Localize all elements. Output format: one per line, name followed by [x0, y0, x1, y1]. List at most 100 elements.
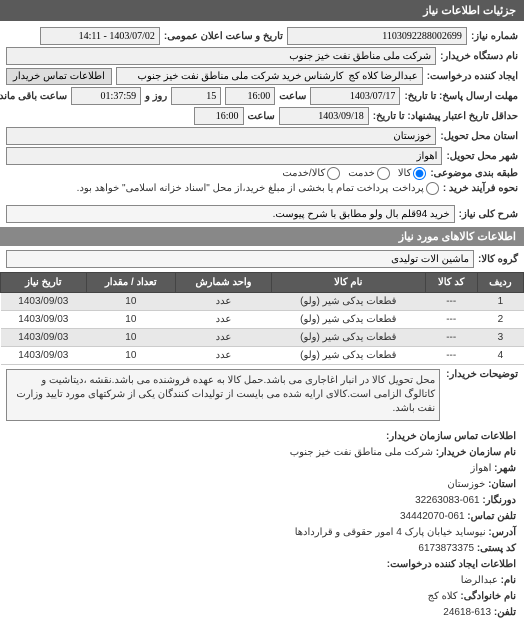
th-date: تاریخ نیاز [1, 273, 87, 293]
table-cell: قطعات یدکی شیر (ولو) [271, 347, 425, 365]
city-input[interactable] [6, 147, 442, 165]
fax-label: دورنگار: [482, 495, 516, 506]
request-no-input[interactable] [287, 27, 467, 45]
public-date-label: تاریخ و ساعت اعلان عمومی: [164, 31, 283, 42]
th-row: ردیف [477, 273, 523, 293]
fax-value: 061-32263083 [415, 495, 480, 506]
page-title: جزئیات اطلاعات نیاز [423, 5, 516, 17]
remain-time-input[interactable] [71, 87, 141, 105]
goods-table: ردیف کد کالا نام کالا واحد شمارش تعداد /… [0, 272, 524, 365]
tel-label: تلفن: [494, 607, 516, 618]
need-title-input[interactable] [6, 205, 455, 223]
city-label: شهر محل تحویل: [446, 151, 518, 162]
contact-city: اهواز [471, 463, 492, 474]
radio-service[interactable]: خدمت [348, 167, 390, 180]
table-cell: قطعات یدکی شیر (ولو) [271, 293, 425, 311]
table-header-row: ردیف کد کالا نام کالا واحد شمارش تعداد /… [1, 273, 524, 293]
contact-section: اطلاعات تماس سازمان خریدار: نام سازمان خ… [0, 425, 524, 625]
table-row: 1---قطعات یدکی شیر (ولو)عدد101403/09/03 [1, 293, 524, 311]
postal-value: 6173873375 [418, 543, 474, 554]
table-cell: 1403/09/03 [1, 293, 87, 311]
radio-direct[interactable]: پرداخت [392, 182, 439, 195]
subject-type-label: طبقه بندی موضوعی: [430, 168, 518, 179]
name-value: عبدالرضا [461, 575, 498, 586]
contact-province-label: استان: [488, 479, 516, 490]
province-label: استان محل تحویل: [440, 131, 518, 142]
radio-both-input[interactable] [327, 167, 340, 180]
table-cell: 1 [477, 293, 523, 311]
phone-label: تلفن تماس: [467, 511, 516, 522]
table-cell: 1403/09/03 [1, 347, 87, 365]
contact-button[interactable]: اطلاعات تماس خریدار [6, 68, 112, 85]
page-header: جزئیات اطلاعات نیاز [0, 0, 524, 21]
buyer-input[interactable] [6, 47, 436, 65]
table-cell: 10 [86, 311, 175, 329]
payment-note: پرداخت تمام یا بخشی از مبلغ خرید،از محل … [77, 183, 389, 194]
table-cell: قطعات یدکی شیر (ولو) [271, 329, 425, 347]
org-value: شرکت ملی مناطق نفت خیز جنوب [290, 447, 433, 458]
radio-goods[interactable]: کالا [398, 167, 427, 180]
deadline-time-input[interactable] [225, 87, 275, 105]
tel-value: 613-24618 [443, 607, 491, 618]
phone-value: 061-34442070 [400, 511, 465, 522]
table-row: 4---قطعات یدکی شیر (ولو)عدد101403/09/03 [1, 347, 524, 365]
table-cell: 2 [477, 311, 523, 329]
contact-header: اطلاعات تماس سازمان خریدار: [386, 431, 516, 442]
group-input[interactable] [6, 250, 474, 268]
group-label: گروه کالا: [478, 254, 518, 265]
time-label-2: ساعت [248, 111, 275, 122]
description-box: محل تحویل کالا در انبار اغاجاری می باشد.… [6, 369, 440, 421]
table-cell: 1403/09/03 [1, 329, 87, 347]
table-cell: عدد [176, 293, 272, 311]
org-label: نام سازمان خریدار: [436, 447, 516, 458]
table-cell: قطعات یدکی شیر (ولو) [271, 311, 425, 329]
deadline-date-input[interactable] [310, 87, 400, 105]
table-cell: عدد [176, 347, 272, 365]
form-section: شماره نیاز: تاریخ و ساعت اعلان عمومی: نا… [0, 21, 524, 201]
table-row: 2---قطعات یدکی شیر (ولو)عدد101403/09/03 [1, 311, 524, 329]
validity-time-input[interactable] [194, 107, 244, 125]
radio-direct-input[interactable] [426, 182, 439, 195]
requester-label: ایجاد کننده درخواست: [427, 71, 518, 82]
th-code: کد کالا [425, 273, 477, 293]
public-date-input[interactable] [40, 27, 160, 45]
remain-days-input[interactable] [171, 87, 221, 105]
table-cell: --- [425, 347, 477, 365]
buyer-label: نام دستگاه خریدار: [440, 51, 518, 62]
table-cell: 4 [477, 347, 523, 365]
request-no-label: شماره نیاز: [471, 31, 518, 42]
province-input[interactable] [6, 127, 436, 145]
description-label: توضیحات خریدار: [446, 369, 518, 380]
table-cell: 10 [86, 293, 175, 311]
address-value: نیوساید خیابان پارک 4 امور حقوقی و قرارد… [295, 527, 486, 538]
requester-input[interactable] [116, 67, 423, 85]
table-cell: 10 [86, 329, 175, 347]
remain-label-2: ساعت باقی مانده [0, 91, 67, 102]
radio-service-input[interactable] [377, 167, 390, 180]
table-cell: --- [425, 329, 477, 347]
contact-city-label: شهر: [494, 463, 516, 474]
th-unit: واحد شمارش [176, 273, 272, 293]
validity-label: حداقل تاریخ اعتبار پیشنهاد: تا تاریخ: [373, 111, 518, 122]
contact-province: خوزستان [447, 479, 485, 490]
payment-label: نحوه فرآیند خرید : [443, 183, 518, 194]
table-cell: 1403/09/03 [1, 311, 87, 329]
radio-goods-input[interactable] [413, 167, 426, 180]
table-cell: --- [425, 293, 477, 311]
name-label: نام: [501, 575, 516, 586]
radio-both[interactable]: کالا/خدمت [282, 167, 340, 180]
th-qty: تعداد / مقدار [86, 273, 175, 293]
family-value: کلاه کج [428, 591, 458, 602]
creator-header: اطلاعات ایجاد کننده درخواست: [387, 559, 516, 570]
table-cell: 10 [86, 347, 175, 365]
table-cell: عدد [176, 329, 272, 347]
table-cell: --- [425, 311, 477, 329]
subject-radio-group: کالا خدمت کالا/خدمت [282, 167, 426, 180]
validity-date-input[interactable] [279, 107, 369, 125]
need-title-label: شرح کلی نیاز: [459, 209, 518, 220]
table-row: 3---قطعات یدکی شیر (ولو)عدد101403/09/03 [1, 329, 524, 347]
deadline-label: مهلت ارسال پاسخ: تا تاریخ: [404, 91, 518, 102]
family-label: نام خانوادگی: [460, 591, 516, 602]
time-label-1: ساعت [279, 91, 306, 102]
address-label: آدرس: [488, 527, 516, 538]
